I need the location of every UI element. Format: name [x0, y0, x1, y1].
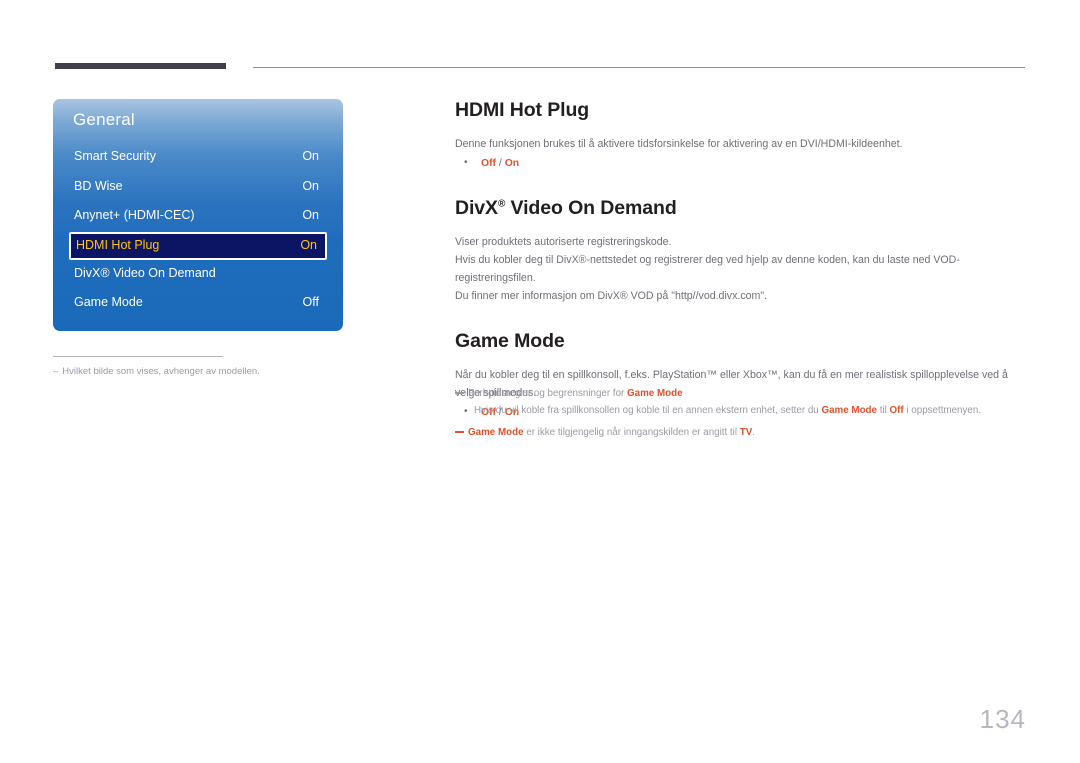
section-heading-hdmi-hot-plug: HDMI Hot Plug — [455, 99, 590, 121]
notes-block: Forholdsregler og begrensninger for Game… — [455, 386, 1025, 442]
option-value-on: On — [504, 158, 520, 169]
note-precautions: Forholdsregler og begrensninger for Game… — [455, 386, 1025, 402]
note-highlight-game-mode: Game Mode — [821, 405, 877, 416]
option-separator: / — [496, 158, 505, 169]
header-thin-line — [253, 67, 1025, 68]
osd-row-value: On — [302, 208, 319, 222]
osd-row-divx-video-on-demand[interactable]: DivX® Video On Demand — [53, 260, 343, 290]
osd-row-label: Game Mode — [74, 295, 143, 309]
section-paragraph: Hvis du kobler deg til DivX®-nettstedet … — [455, 254, 960, 284]
osd-row-bd-wise[interactable]: BD Wise On — [53, 173, 343, 203]
section-heading-game-mode: Game Mode — [455, 330, 565, 352]
heading-main-text: DivX — [455, 197, 498, 219]
note-precautions-detail: Hvis du vil koble fra spillkonsollen og … — [455, 403, 1025, 419]
osd-row-label: Anynet+ (HDMI-CEC) — [74, 208, 195, 222]
note-text: er ikke tilgjengelig når inngangskilden … — [523, 427, 740, 438]
footnote-dash-marker: – — [53, 366, 59, 377]
options-list-hdmi-hot-plug: Off / On — [455, 155, 1025, 172]
osd-row-anynet-hdmi-cec[interactable]: Anynet+ (HDMI-CEC) On — [53, 202, 343, 232]
note-text: . — [752, 427, 755, 438]
note-highlight-tv: TV — [739, 427, 753, 438]
note-text: i oppsettmenyen. — [903, 405, 982, 416]
page-number: 134 — [979, 704, 1026, 734]
article-content: HDMI Hot Plug Denne funksjonen brukes ti… — [455, 99, 1025, 421]
osd-row-label: HDMI Hot Plug — [76, 237, 160, 252]
footnote-text: Hvilket bilde som vises, avhenger av mod… — [62, 366, 260, 377]
osd-menu-title: General — [73, 110, 135, 129]
heading-rest-text: Video On Demand — [505, 197, 677, 219]
osd-row-hdmi-hot-plug-selected[interactable]: HDMI Hot Plug On — [69, 231, 327, 260]
osd-menu-panel: General Smart Security On BD Wise On Any… — [53, 99, 343, 331]
note-text: til — [876, 405, 890, 416]
note-highlight-off: Off — [889, 405, 904, 416]
osd-row-game-mode[interactable]: Game Mode Off — [53, 289, 343, 319]
section-paragraph: Du finner mer informasjon om DivX® VOD p… — [455, 290, 768, 302]
header-thick-bar — [55, 63, 226, 69]
osd-row-label: Smart Security — [74, 149, 156, 163]
section-paragraph: Denne funksjonen brukes til å aktivere t… — [455, 138, 903, 150]
osd-row-label: DivX® Video On Demand — [74, 265, 216, 280]
osd-row-value: Off — [302, 295, 319, 309]
section-heading-divx-video-on-demand: DivX® Video On Demand — [455, 197, 1025, 220]
osd-footnote-divider — [53, 356, 223, 357]
osd-row-value: On — [302, 149, 319, 163]
note-highlight-game-mode: Game Mode — [627, 388, 683, 399]
osd-row-label: BD Wise — [74, 178, 123, 193]
note-text: Hvis du vil koble fra spillkonsollen og … — [474, 405, 822, 416]
option-value-off: Off — [481, 158, 497, 169]
note-game-mode-tv-restriction: Game Mode er ikke tilgjengelig når innga… — [455, 425, 1025, 441]
osd-menu-list: Smart Security On BD Wise On Anynet+ (HD… — [53, 143, 343, 319]
osd-row-smart-security[interactable]: Smart Security On — [53, 143, 343, 173]
option-item: Off / On — [455, 155, 1025, 172]
page-header-rules — [0, 63, 1080, 73]
section-paragraph: Viser produktets autoriserte registrerin… — [455, 236, 672, 248]
osd-footnote: – Hvilket bilde som vises, avhenger av mo… — [53, 366, 353, 377]
osd-row-value: On — [302, 178, 319, 193]
osd-row-value: On — [300, 237, 317, 252]
note-highlight-game-mode: Game Mode — [468, 427, 524, 438]
note-text: Forholdsregler og begrensninger for — [468, 388, 628, 399]
